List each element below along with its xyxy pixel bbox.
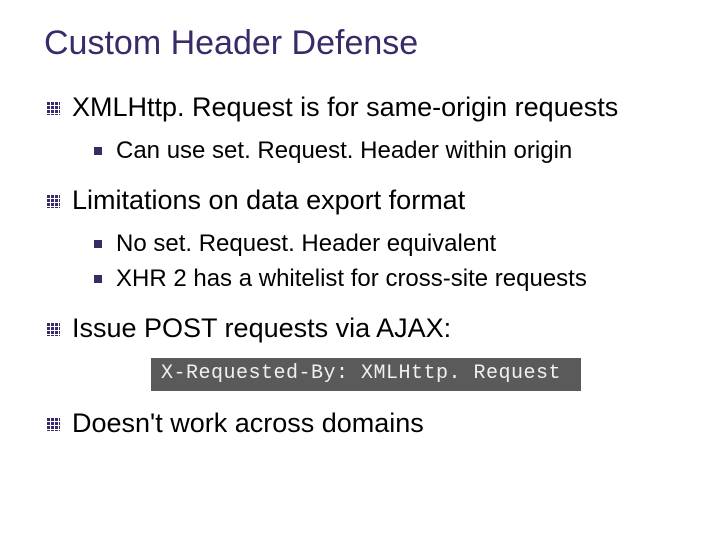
bullet-text: XMLHttp. Request is for same-origin requ…: [72, 92, 618, 122]
bullet-item: Doesn't work across domains: [44, 407, 688, 441]
sub-bullet-text: No set. Request. Header equivalent: [116, 230, 496, 257]
sub-bullet-item: Can use set. Request. Header within orig…: [94, 135, 688, 166]
bullet-text: Doesn't work across domains: [72, 408, 424, 438]
sub-bullet-list: No set. Request. Header equivalent XHR 2…: [72, 228, 688, 294]
bullet-item: Limitations on data export format No set…: [44, 184, 688, 294]
sub-bullet-list: Can use set. Request. Header within orig…: [72, 135, 688, 166]
bullet-item: XMLHttp. Request is for same-origin requ…: [44, 91, 688, 166]
bullet-text: Issue POST requests via AJAX:: [72, 313, 451, 343]
sub-bullet-item: XHR 2 has a whitelist for cross-site req…: [94, 263, 688, 294]
code-snippet: X-Requested-By: XMLHttp. Request: [151, 358, 581, 391]
sub-bullet-text: Can use set. Request. Header within orig…: [116, 137, 572, 164]
bullet-list-continued: Doesn't work across domains: [44, 407, 688, 441]
bullet-list: XMLHttp. Request is for same-origin requ…: [44, 91, 688, 346]
sub-bullet-text: XHR 2 has a whitelist for cross-site req…: [116, 265, 587, 292]
sub-bullet-item: No set. Request. Header equivalent: [94, 228, 688, 259]
slide-title: Custom Header Defense: [44, 24, 688, 63]
bullet-text: Limitations on data export format: [72, 185, 465, 215]
slide: Custom Header Defense XMLHttp. Request i…: [0, 0, 720, 540]
bullet-item: Issue POST requests via AJAX:: [44, 312, 688, 346]
